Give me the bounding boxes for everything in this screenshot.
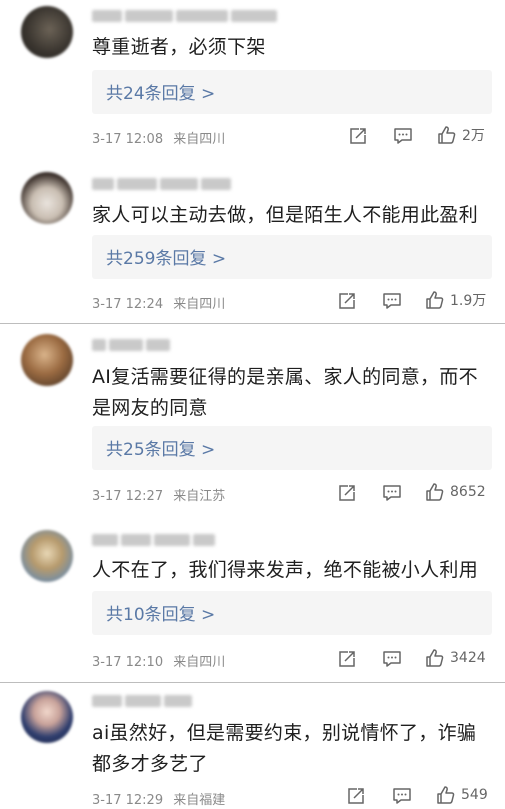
comment-list: 尊重逝者，必须下架 共24条回复 > 3-17 12:08 来自四川 2万 家人… (0, 0, 505, 809)
like-button[interactable]: 3424 (425, 647, 486, 669)
username-blurred[interactable] (92, 339, 170, 353)
thumbs-up-icon (426, 291, 444, 309)
view-replies-label: 共25条回复 > (106, 440, 216, 460)
comment-item: 尊重逝者，必须下架 共24条回复 > 3-17 12:08 来自四川 2万 (0, 0, 505, 160)
comment-time: 3-17 12:08 (92, 132, 164, 147)
comment-icon[interactable] (382, 290, 402, 312)
like-count: 1.9万 (450, 293, 487, 309)
like-button[interactable]: 2万 (437, 124, 485, 146)
comment-text: ai虽然好，但是需要约束，别说情怀了，诈骗都多才多艺了 (92, 722, 477, 775)
comment-location: 来自福建 (173, 793, 226, 808)
share-icon[interactable] (337, 482, 357, 504)
comment-item: 人不在了，我们得来发声，绝不能被小人利用 共10条回复 > 3-17 12:10… (0, 514, 505, 680)
comment-time: 3-17 12:29 (92, 793, 164, 808)
view-replies-button[interactable]: 共24条回复 > (92, 70, 492, 114)
comment-location: 来自四川 (173, 132, 226, 147)
like-count: 2万 (462, 128, 485, 144)
comment-item: ai虽然好，但是需要约束，别说情怀了，诈骗都多才多艺了 3-17 12:29 来… (0, 683, 505, 809)
avatar[interactable] (21, 172, 73, 224)
avatar[interactable] (21, 691, 73, 743)
comment-meta: 3-17 12:27 来自江苏 (92, 485, 225, 504)
comment-location: 来自江苏 (173, 489, 226, 504)
avatar[interactable] (21, 530, 73, 582)
share-icon[interactable] (337, 648, 357, 670)
comment-text: 尊重逝者，必须下架 (92, 36, 266, 58)
username-blurred[interactable] (92, 534, 215, 548)
comment-time: 3-17 12:27 (92, 489, 164, 504)
comment-item: AI复活需要征得的是亲属、家人的同意，而不是网友的同意 共25条回复 > 3-1… (0, 324, 505, 514)
comment-text: 家人可以主动去做，但是陌生人不能用此盈利 (92, 204, 479, 226)
comment-icon[interactable] (382, 648, 402, 670)
view-replies-button[interactable]: 共25条回复 > (92, 426, 492, 470)
comment-meta: 3-17 12:24 来自四川 (92, 293, 225, 312)
view-replies-label: 共24条回复 > (106, 84, 216, 104)
comment-text: 人不在了，我们得来发声，绝不能被小人利用 (92, 559, 479, 581)
like-button[interactable]: 1.9万 (425, 289, 486, 311)
comment-meta: 3-17 12:29 来自福建 (92, 789, 225, 808)
like-count: 8652 (450, 484, 486, 500)
comment-location: 来自四川 (173, 297, 226, 312)
like-button[interactable]: 8652 (425, 481, 486, 503)
comment-meta: 3-17 12:08 来自四川 (92, 128, 225, 147)
share-icon[interactable] (346, 785, 366, 807)
username-blurred[interactable] (92, 10, 277, 24)
view-replies-label: 共10条回复 > (106, 605, 216, 625)
thumbs-up-icon (426, 649, 444, 667)
like-count: 549 (461, 787, 488, 803)
view-replies-button[interactable]: 共10条回复 > (92, 591, 492, 635)
view-replies-button[interactable]: 共259条回复 > (92, 235, 492, 279)
thumbs-up-icon (437, 786, 455, 804)
thumbs-up-icon (426, 483, 444, 501)
avatar[interactable] (21, 6, 73, 58)
username-blurred[interactable] (92, 178, 231, 192)
comment-icon[interactable] (393, 125, 413, 147)
share-icon[interactable] (348, 125, 368, 147)
comment-icon[interactable] (382, 482, 402, 504)
thumbs-up-icon (438, 126, 456, 144)
like-count: 3424 (450, 650, 486, 666)
like-button[interactable]: 549 (436, 784, 488, 806)
comment-location: 来自四川 (173, 655, 226, 670)
comment-time: 3-17 12:10 (92, 655, 164, 670)
comment-text: AI复活需要征得的是亲属、家人的同意，而不是网友的同意 (92, 366, 478, 419)
share-icon[interactable] (337, 290, 357, 312)
comment-item: 家人可以主动去做，但是陌生人不能用此盈利 共259条回复 > 3-17 12:2… (0, 160, 505, 320)
view-replies-label: 共259条回复 > (106, 249, 227, 269)
avatar[interactable] (21, 334, 73, 386)
comment-time: 3-17 12:24 (92, 297, 164, 312)
comment-icon[interactable] (392, 785, 412, 807)
comment-meta: 3-17 12:10 来自四川 (92, 651, 225, 670)
username-blurred[interactable] (92, 695, 192, 709)
